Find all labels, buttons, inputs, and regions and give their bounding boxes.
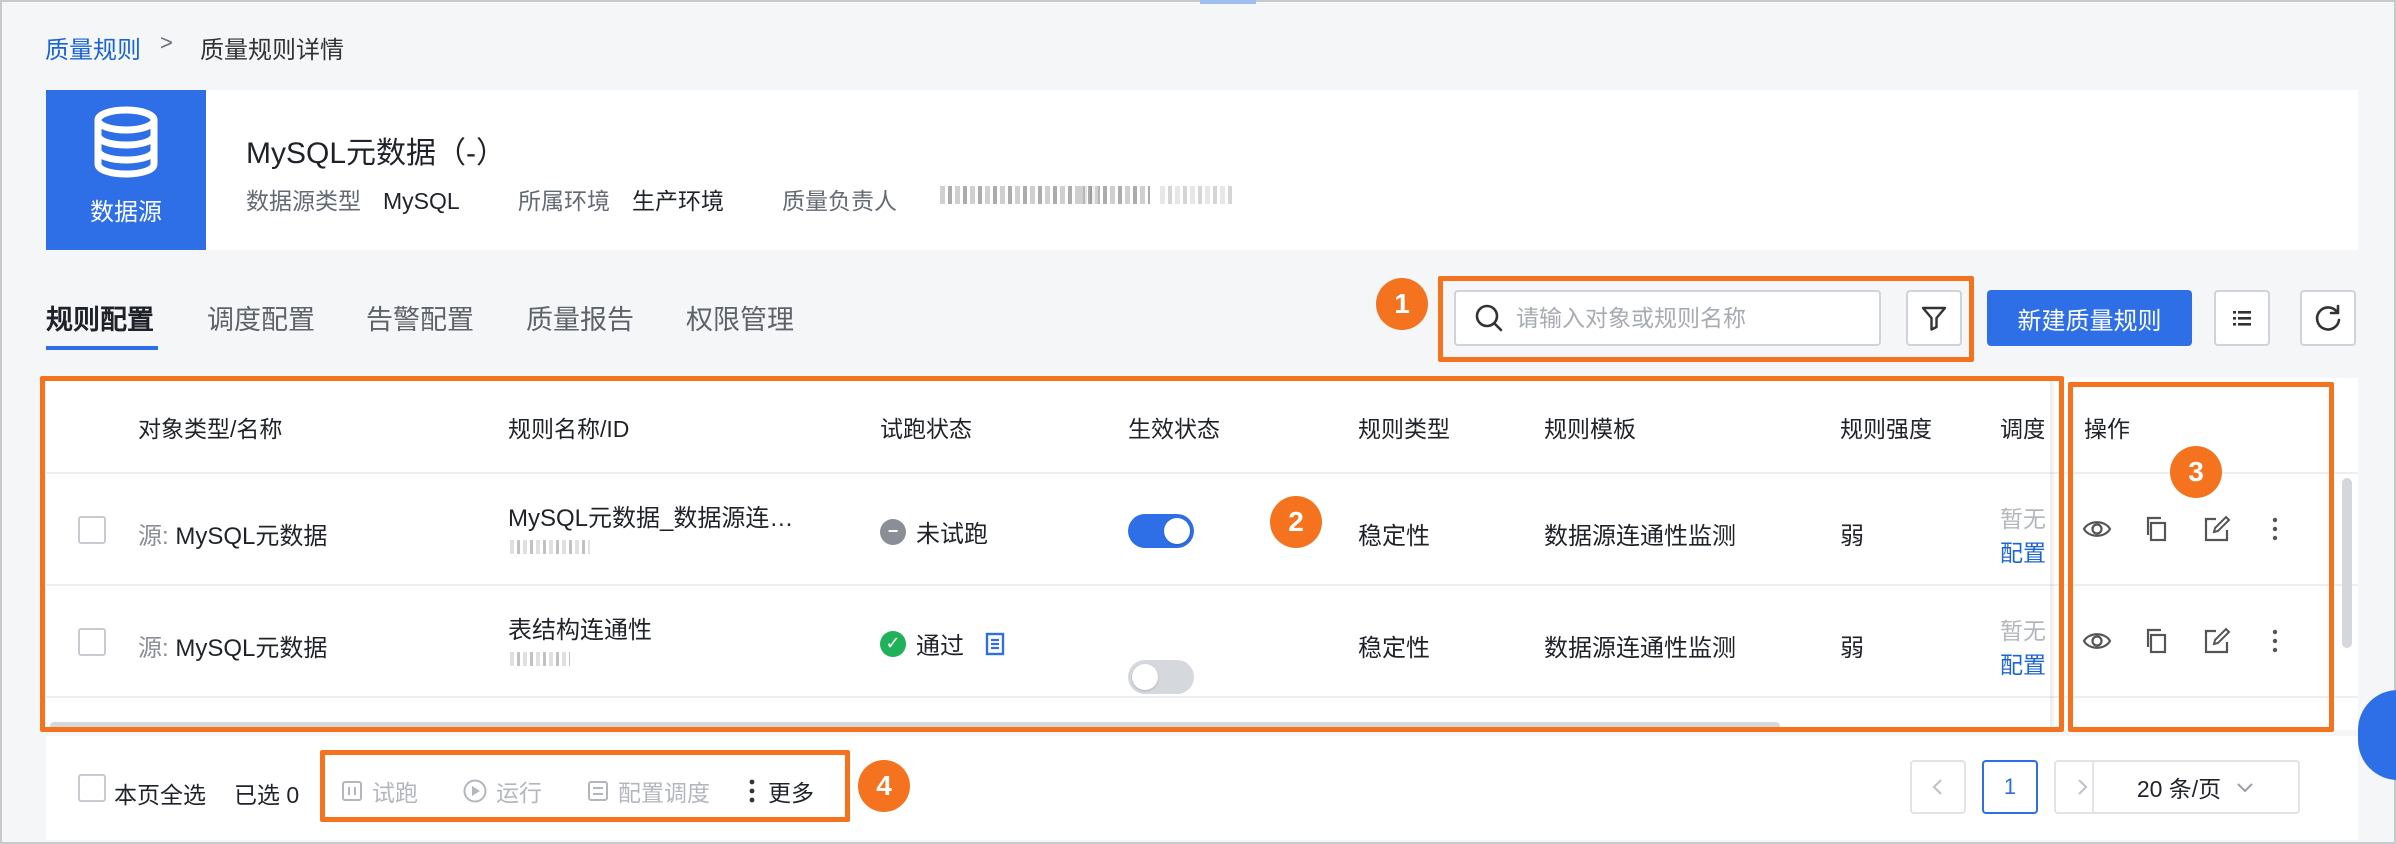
- breadcrumb-separator: >: [160, 30, 173, 55]
- schedule-icon: [588, 781, 608, 801]
- datasource-tile: 数据源: [46, 90, 206, 250]
- page-size-value: 20 条/页: [2136, 776, 2222, 802]
- annotation-badge-3: 3: [2170, 446, 2222, 498]
- selected-count: 已选 0: [234, 782, 300, 808]
- batch-trial-button[interactable]: 试跑: [340, 774, 418, 808]
- tab-rule-config[interactable]: 规则配置: [46, 298, 154, 337]
- datasource-env-value: 生产环境: [632, 188, 724, 214]
- datasource-env-label: 所属环境: [518, 188, 610, 214]
- annotation-badge-1: 1: [1376, 278, 1428, 330]
- list-view-button[interactable]: [2214, 290, 2270, 346]
- vertical-scrollbar[interactable]: [2342, 478, 2352, 648]
- tab-schedule-config[interactable]: 调度配置: [207, 298, 315, 337]
- chevron-right-icon: [2078, 779, 2088, 795]
- annotation-badge-4: 4: [858, 760, 910, 812]
- tab-active-indicator: [46, 346, 158, 350]
- datasource-owner-label: 质量负责人: [782, 188, 897, 214]
- datasource-type-label: 数据源类型: [246, 188, 361, 214]
- annotation-box-actions: [2068, 382, 2334, 732]
- refresh-icon: [2315, 304, 2341, 331]
- select-all-label[interactable]: 本页全选: [114, 776, 206, 810]
- breadcrumb-current: 质量规则详情: [200, 37, 344, 64]
- annotation-box-table: [40, 376, 2064, 732]
- batch-trial-label: 试跑: [372, 780, 418, 806]
- create-rule-button[interactable]: 新建质量规则: [1987, 290, 2192, 346]
- refresh-button[interactable]: [2300, 290, 2356, 346]
- more-vertical-icon: [749, 779, 755, 803]
- annotation-badge-2: 2: [1270, 496, 1322, 548]
- owner-redacted: [1080, 186, 1150, 204]
- chevron-down-icon: [2237, 783, 2253, 793]
- top-indicator: [1200, 0, 1256, 4]
- filter-icon: [1921, 306, 1947, 331]
- prev-page-button[interactable]: [1910, 760, 1966, 814]
- tab-alert-config[interactable]: 告警配置: [366, 298, 474, 337]
- page-number-button[interactable]: 1: [1982, 760, 2038, 814]
- batch-run-label: 运行: [496, 780, 542, 806]
- page-size-select[interactable]: 20 条/页: [2092, 760, 2300, 814]
- batch-more-button[interactable]: 更多: [746, 774, 814, 808]
- trial-icon: [342, 781, 362, 801]
- batch-schedule-label: 配置调度: [618, 780, 710, 806]
- batch-run-button[interactable]: 运行: [462, 774, 542, 808]
- database-icon: [94, 106, 158, 178]
- search-icon: [1475, 304, 1503, 332]
- filter-button[interactable]: [1906, 290, 1962, 346]
- datasource-env: 所属环境 生产环境: [518, 182, 724, 216]
- list-icon: [2233, 311, 2251, 326]
- datasource-tile-label: 数据源: [90, 199, 162, 226]
- datasource-type-value: MySQL: [383, 188, 460, 214]
- owner-redacted: [940, 186, 1100, 204]
- batch-more-label: 更多: [768, 780, 814, 806]
- datasource-type: 数据源类型 MySQL: [246, 182, 460, 216]
- select-all-checkbox[interactable]: [78, 774, 106, 802]
- search-box[interactable]: [1454, 290, 1881, 346]
- datasource-title: MySQL元数据（-）: [246, 137, 507, 170]
- tab-permission[interactable]: 权限管理: [686, 298, 794, 337]
- batch-schedule-button[interactable]: 配置调度: [586, 774, 710, 808]
- datasource-owner: 质量负责人: [782, 182, 919, 216]
- owner-redacted: [1160, 186, 1234, 204]
- search-input[interactable]: [1516, 304, 1876, 332]
- play-icon: [463, 779, 487, 803]
- chevron-left-icon: [1932, 779, 1942, 795]
- tab-quality-report[interactable]: 质量报告: [526, 298, 634, 337]
- breadcrumb-parent-link[interactable]: 质量规则: [45, 30, 141, 65]
